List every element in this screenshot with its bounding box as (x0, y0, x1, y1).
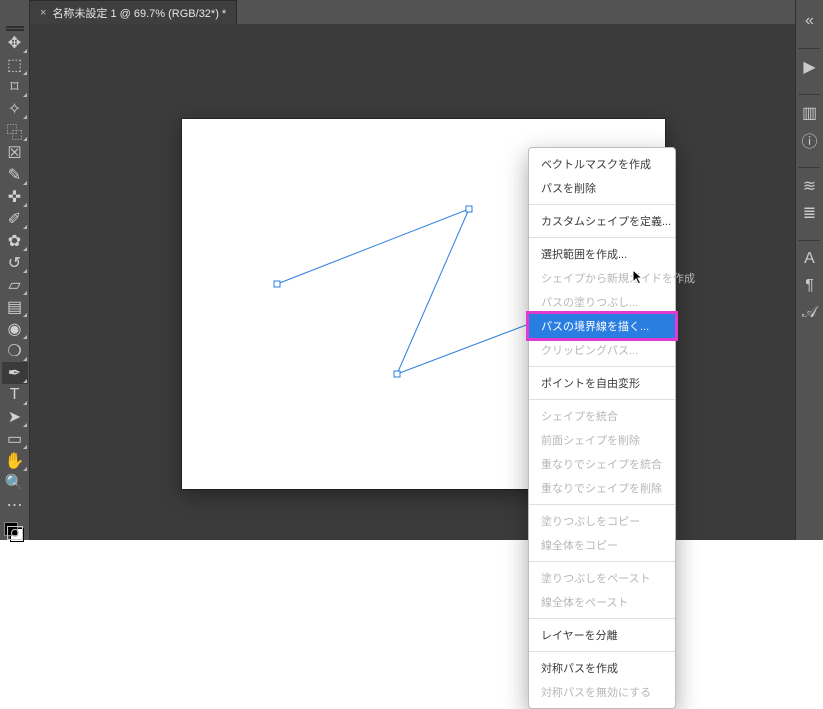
cursor-icon (632, 269, 644, 285)
submenu-indicator-icon (23, 467, 27, 471)
submenu-indicator-icon (23, 137, 27, 141)
submenu-indicator-icon (23, 269, 27, 273)
submenu-indicator-icon (23, 247, 27, 251)
adjustments-icon[interactable]: ≋ (798, 174, 822, 198)
dodge-tool[interactable]: ❍ (2, 340, 28, 362)
gradient-tool[interactable]: ▤ (2, 296, 28, 318)
submenu-indicator-icon (23, 423, 27, 427)
menu-item-define-custom-shape[interactable]: カスタムシェイプを定義... (529, 209, 675, 233)
panel-separator (798, 231, 820, 241)
submenu-indicator-icon (23, 181, 27, 185)
path-selection-tool[interactable]: ➤ (2, 406, 28, 428)
menu-item-copy-fill: 塗りつぶしをコピー (529, 509, 675, 533)
panel-separator (798, 85, 820, 95)
rectangular-marquee-tool[interactable]: ⬚ (2, 54, 28, 76)
submenu-indicator-icon (23, 291, 27, 295)
submenu-indicator-icon (23, 401, 27, 405)
submenu-indicator-icon (23, 225, 27, 229)
menu-item-isolate-layers[interactable]: レイヤーを分離 (529, 623, 675, 647)
menu-item-symmetry-path-create[interactable]: 対称パスを作成 (529, 656, 675, 680)
path-context-menu[interactable]: ベクトルマスクを作成パスを削除カスタムシェイプを定義...選択範囲を作成...シ… (528, 147, 676, 709)
document-tab-bar: × 名称未設定 1 @ 69.7% (RGB/32*) * (30, 0, 795, 24)
menu-separator (529, 399, 675, 400)
character-icon[interactable]: A (798, 247, 822, 271)
menu-item-subtract-front-shape: 前面シェイプを削除 (529, 428, 675, 452)
submenu-indicator-icon (23, 445, 27, 449)
close-tab-icon[interactable]: × (40, 7, 46, 19)
eyedropper-tool[interactable]: ✎ (2, 164, 28, 186)
submenu-indicator-icon (23, 49, 27, 53)
document-tab[interactable]: × 名称未設定 1 @ 69.7% (RGB/32*) * (30, 0, 237, 24)
toolbar-grip-icon[interactable] (2, 26, 28, 28)
info-icon[interactable]: ⓘ (798, 128, 822, 152)
magic-wand-tool[interactable]: ✧ (2, 98, 28, 120)
submenu-indicator-icon (23, 379, 27, 383)
pen-tool[interactable]: ✒ (2, 362, 28, 384)
submenu-indicator-icon (23, 71, 27, 75)
menu-item-stroke-path[interactable]: パスの境界線を描く... (529, 314, 675, 338)
app-frame: ✥⬚⌑✧⿻☒✎✜✐✿↺▱▤◉❍✒T➤▭✋🔍⋯ × 名称未設定 1 @ 69.7%… (0, 0, 823, 540)
menu-separator (529, 237, 675, 238)
left-toolbar: ✥⬚⌑✧⿻☒✎✜✐✿↺▱▤◉❍✒T➤▭✋🔍⋯ (0, 0, 30, 540)
spot-healing-tool[interactable]: ✜ (2, 186, 28, 208)
path-anchor-point[interactable] (274, 281, 281, 288)
menu-item-paste-stroke: 線全体をペースト (529, 590, 675, 614)
panel-separator (798, 39, 820, 49)
submenu-indicator-icon (23, 335, 27, 339)
frame-tool[interactable]: ☒ (2, 142, 28, 164)
menu-item-unite-shapes: シェイプを統合 (529, 404, 675, 428)
type-tool[interactable]: T (2, 384, 28, 406)
menu-item-free-transform-points[interactable]: ポイントを自由変形 (529, 371, 675, 395)
menu-item-clipping-path: クリッピングパス... (529, 338, 675, 362)
layers-icon[interactable]: ≣ (798, 201, 822, 225)
brush-tool[interactable]: ✐ (2, 208, 28, 230)
rectangle-tool[interactable]: ▭ (2, 428, 28, 450)
lasso-tool[interactable]: ⌑ (2, 76, 28, 98)
document-title: 名称未設定 1 @ 69.7% (RGB/32*) * (52, 5, 226, 21)
glyphs-icon[interactable]: 𝒜 (798, 301, 822, 325)
path-anchor-point[interactable] (394, 371, 401, 378)
eraser-tool[interactable]: ▱ (2, 274, 28, 296)
menu-item-delete-path[interactable]: パスを削除 (529, 176, 675, 200)
path-anchor-point[interactable] (466, 206, 473, 213)
menu-item-make-selection[interactable]: 選択範囲を作成... (529, 242, 675, 266)
menu-separator (529, 651, 675, 652)
menu-item-paste-fill: 塗りつぶしをペースト (529, 566, 675, 590)
menu-item-fill-path: パスの塗りつぶし... (529, 290, 675, 314)
submenu-indicator-icon (23, 313, 27, 317)
play-icon[interactable]: ▶ (798, 55, 822, 79)
crop-tool[interactable]: ⿻ (2, 120, 28, 142)
clone-stamp-tool[interactable]: ✿ (2, 230, 28, 252)
histogram-icon[interactable]: ▥ (798, 101, 822, 125)
menu-item-exclude-shapes: 重なりでシェイプを削除 (529, 476, 675, 500)
menu-item-copy-stroke: 線全体をコピー (529, 533, 675, 557)
menu-separator (529, 366, 675, 367)
hand-tool[interactable]: ✋ (2, 450, 28, 472)
move-tool[interactable]: ✥ (2, 32, 28, 54)
zoom-tool[interactable]: 🔍 (2, 472, 28, 494)
menu-separator (529, 204, 675, 205)
paragraph-icon[interactable]: ¶ (798, 274, 822, 298)
submenu-indicator-icon (23, 93, 27, 97)
quick-mask-toggle[interactable] (2, 526, 28, 540)
panel-separator (798, 158, 820, 168)
menu-separator (529, 618, 675, 619)
submenu-indicator-icon (23, 357, 27, 361)
menu-separator (529, 504, 675, 505)
menu-item-create-vector-mask[interactable]: ベクトルマスクを作成 (529, 152, 675, 176)
submenu-indicator-icon (23, 115, 27, 119)
blur-tool[interactable]: ◉ (2, 318, 28, 340)
menu-item-new-guide-from-shape: シェイプから新規ガイドを作成 (529, 266, 675, 290)
collapse-icon[interactable]: « (798, 9, 822, 33)
menu-item-symmetry-path-disable: 対称パスを無効にする (529, 680, 675, 704)
menu-item-intersect-shapes: 重なりでシェイプを統合 (529, 452, 675, 476)
menu-separator (529, 561, 675, 562)
edit-toolbar[interactable]: ⋯ (2, 494, 28, 516)
history-brush-tool[interactable]: ↺ (2, 252, 28, 274)
right-panel-rail: « ▶ ▥ ⓘ ≋ ≣ A ¶ 𝒜 (795, 0, 823, 540)
submenu-indicator-icon (23, 203, 27, 207)
